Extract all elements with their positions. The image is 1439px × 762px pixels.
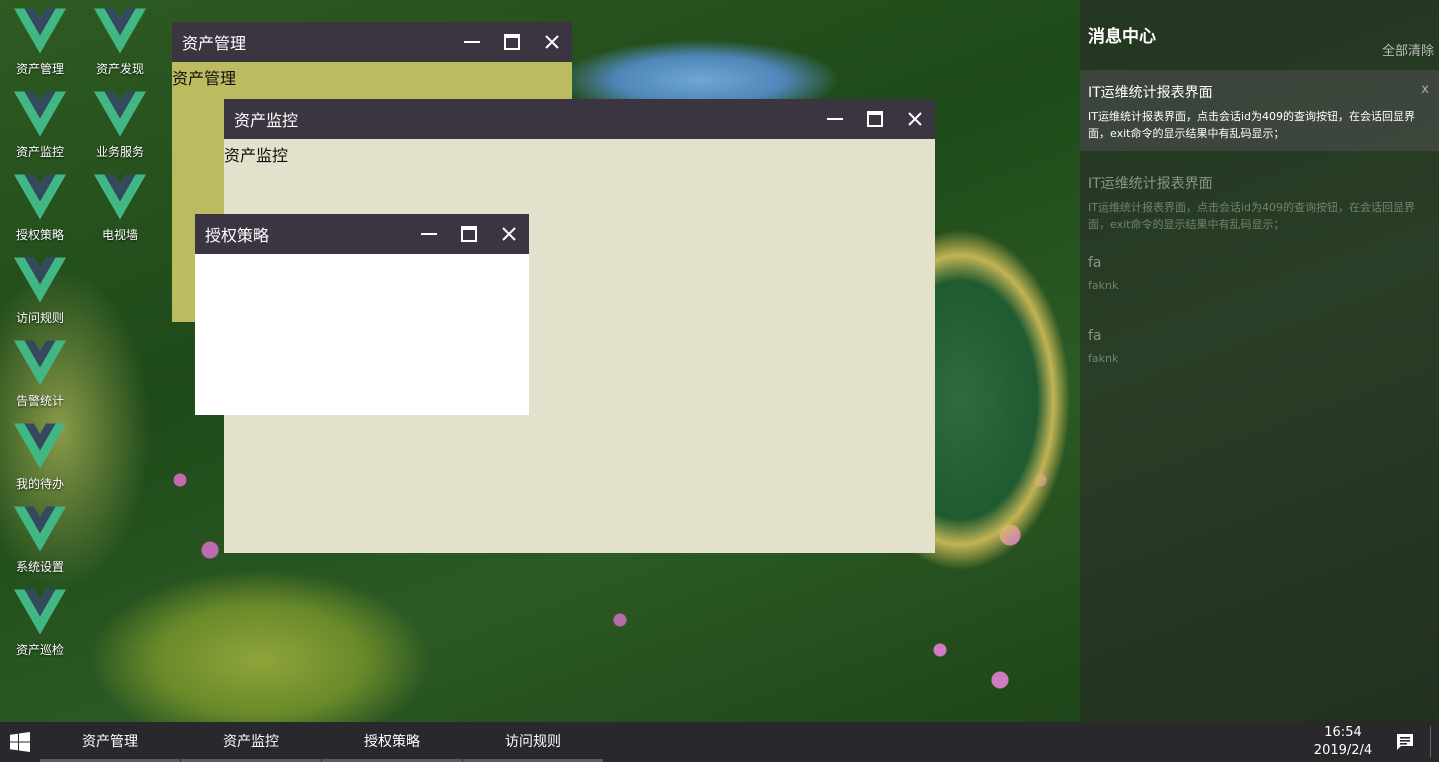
taskbar-item-label: 授权策略 [364, 733, 420, 750]
message-title: fa [1088, 328, 1102, 344]
minimize-icon [827, 118, 843, 120]
desktop-icon-alarm-stats[interactable]: 告警统计 [8, 340, 72, 416]
message-icon [1397, 734, 1413, 750]
message-body: faknk [1088, 352, 1119, 365]
start-button[interactable] [0, 722, 40, 762]
vue-logo-icon [94, 174, 146, 220]
desktop-icon-business-service[interactable]: 业务服务 [88, 91, 152, 167]
message-center-panel: 消息中心 全部清除 IT运维统计报表界面 IT运维统计报表界面，点击会话id为4… [1080, 0, 1439, 722]
window-titlebar[interactable]: 资产管理 [172, 22, 572, 62]
window-titlebar[interactable]: 资产监控 [224, 99, 935, 139]
window-title: 资产管理 [182, 34, 247, 53]
desktop-icon-label: 系统设置 [15, 560, 64, 574]
minimize-icon [464, 41, 480, 43]
desktop-icon-system-settings[interactable]: 系统设置 [8, 506, 72, 582]
close-button[interactable] [532, 22, 572, 62]
maximize-icon [504, 34, 520, 50]
desktop-icon-label: 业务服务 [95, 145, 144, 159]
window-content-text: 资产监控 [224, 146, 289, 165]
taskbar: 资产管理 资产监控 授权策略 访问规则 16:54 2019/2/4 [0, 722, 1439, 762]
message-title: IT运维统计报表界面 [1088, 176, 1213, 192]
taskbar-item-label: 资产监控 [223, 733, 279, 750]
message-body: IT运维统计报表界面，点击会话id为409的查询按钮，在会话回显界面，exit命… [1088, 201, 1415, 231]
maximize-button[interactable] [492, 22, 532, 62]
desktop-icon-label: 授权策略 [15, 228, 64, 242]
vue-logo-icon [94, 8, 146, 54]
window-content-text: 资产管理 [172, 69, 237, 88]
maximize-button[interactable] [855, 99, 895, 139]
vue-logo-icon [14, 91, 66, 137]
show-desktop-button[interactable] [1430, 726, 1431, 758]
message-item[interactable]: IT运维统计报表界面 IT运维统计报表界面，点击会话id为409的查询按钮，在会… [1080, 70, 1439, 151]
vue-logo-icon [14, 174, 66, 220]
vue-logo-icon [14, 423, 66, 469]
close-icon [502, 227, 516, 241]
message-item[interactable]: fa faknk [1080, 243, 1439, 316]
desktop-icon-label: 访问规则 [15, 311, 64, 325]
clock-time: 16:54 [1324, 725, 1362, 740]
window-title: 资产监控 [234, 111, 299, 130]
clock-date: 2019/2/4 [1313, 743, 1373, 758]
vue-logo-icon [14, 257, 66, 303]
notification-center-button[interactable] [1388, 722, 1422, 762]
desktop-icon-label: 资产监控 [15, 145, 64, 159]
desktop-icon-label: 告警统计 [15, 394, 64, 408]
vue-logo-icon [14, 340, 66, 386]
vue-logo-icon [94, 91, 146, 137]
maximize-button[interactable] [449, 214, 489, 254]
taskbar-item-asset-management[interactable]: 资产管理 [40, 722, 180, 762]
desktop-icon-asset-inspection[interactable]: 资产巡检 [8, 589, 72, 665]
maximize-icon [867, 111, 883, 127]
message-item[interactable]: IT运维统计报表界面 IT运维统计报表界面，点击会话id为409的查询按钮，在会… [1080, 151, 1439, 243]
minimize-button[interactable] [452, 22, 492, 62]
taskbar-clock[interactable]: 16:54 2019/2/4 [1303, 724, 1383, 760]
message-title: fa [1088, 255, 1102, 271]
desktop-icon-label: 资产巡检 [15, 643, 64, 657]
vue-logo-icon [14, 589, 66, 635]
close-icon [545, 35, 559, 49]
window-content [195, 254, 529, 415]
message-body: faknk [1088, 279, 1119, 292]
desktop-icon-asset-discovery[interactable]: 资产发现 [88, 8, 152, 84]
clear-all-button[interactable]: 全部清除 [1382, 40, 1434, 59]
desktop-icon-video-wall[interactable]: 电视墙 [88, 174, 152, 250]
taskbar-item-label: 资产管理 [82, 733, 138, 750]
desktop-icon-label: 资产管理 [15, 62, 64, 76]
window-title: 授权策略 [205, 226, 270, 245]
vue-logo-icon [14, 8, 66, 54]
desktop-icon-asset-monitor[interactable]: 资产监控 [8, 91, 72, 167]
desktop-icon-access-rules[interactable]: 访问规则 [8, 257, 72, 333]
window-titlebar[interactable]: 授权策略 [195, 214, 529, 254]
close-button[interactable] [489, 214, 529, 254]
message-title: IT运维统计报表界面 [1088, 85, 1213, 101]
window-auth-policy: 授权策略 [195, 214, 529, 415]
desktop-icon-my-todo[interactable]: 我的待办 [8, 423, 72, 499]
minimize-button[interactable] [815, 99, 855, 139]
close-button[interactable] [895, 99, 935, 139]
windows-logo-icon [10, 732, 30, 752]
maximize-icon [461, 226, 477, 242]
message-item[interactable]: fa faknk [1080, 316, 1439, 389]
minimize-button[interactable] [409, 214, 449, 254]
taskbar-item-auth-policy[interactable]: 授权策略 [322, 722, 462, 762]
vue-logo-icon [14, 506, 66, 552]
desktop-icon-auth-policy[interactable]: 授权策略 [8, 174, 72, 250]
message-body: IT运维统计报表界面，点击会话id为409的查询按钮，在会话回显界面，exit命… [1088, 110, 1415, 140]
message-close-button[interactable]: x [1421, 82, 1429, 97]
taskbar-item-asset-monitor[interactable]: 资产监控 [181, 722, 321, 762]
desktop-icon-label: 我的待办 [15, 477, 64, 491]
close-icon [908, 112, 922, 126]
desktop-icon-label: 电视墙 [101, 228, 138, 242]
desktop-icon-label: 资产发现 [95, 62, 144, 76]
desktop-icon-asset-management[interactable]: 资产管理 [8, 8, 72, 84]
message-center-header: 消息中心 全部清除 [1080, 0, 1439, 70]
minimize-icon [421, 233, 437, 235]
message-center-title: 消息中心 [1088, 27, 1156, 47]
taskbar-item-label: 访问规则 [505, 733, 561, 750]
taskbar-item-access-rules[interactable]: 访问规则 [463, 722, 603, 762]
